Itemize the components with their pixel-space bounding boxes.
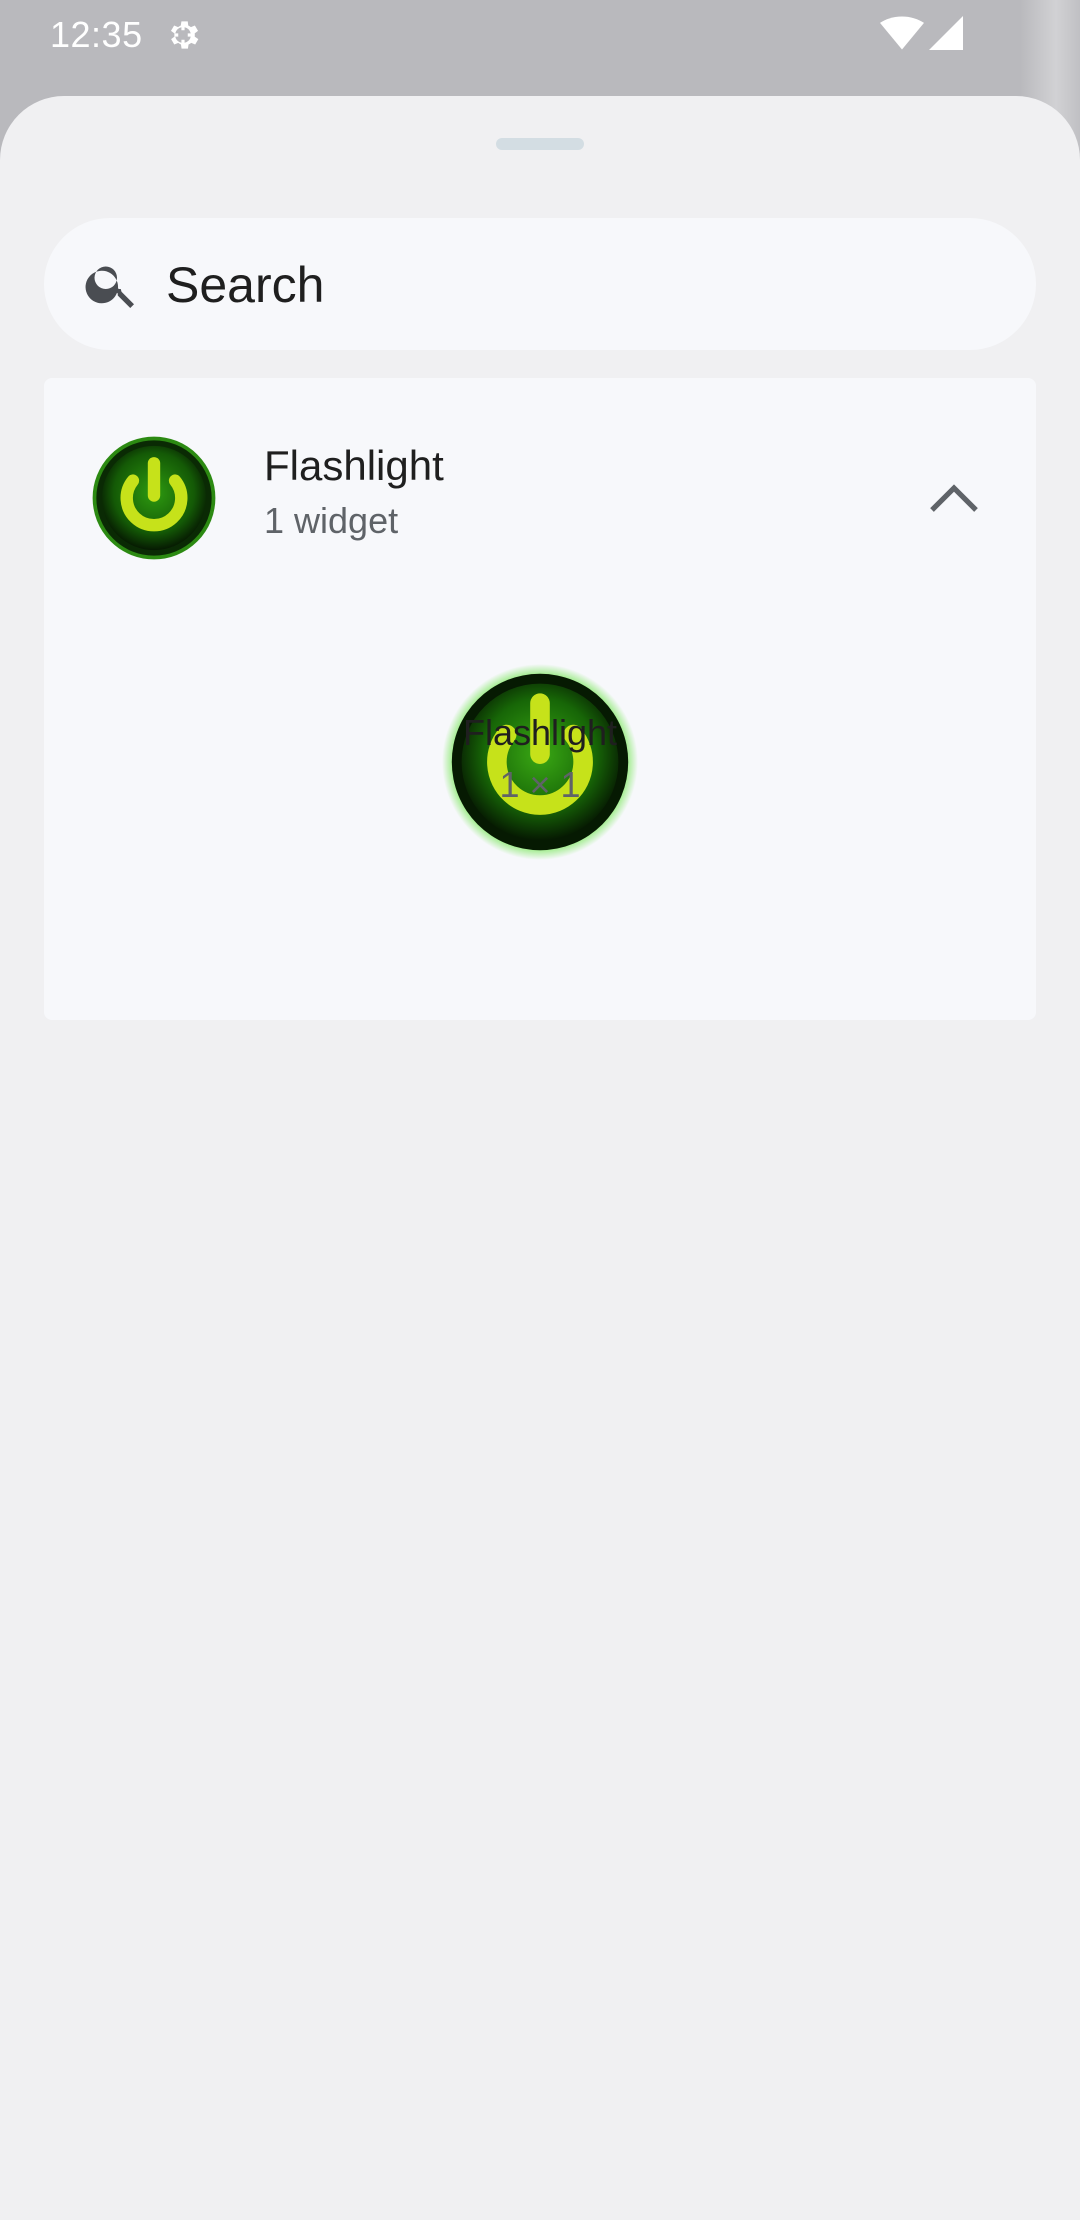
wifi-icon <box>880 16 924 50</box>
search-icon <box>85 266 134 308</box>
app-widget-count: 1 widget <box>264 500 399 541</box>
app-title: Flashlight <box>264 442 444 489</box>
widget-picker-sheet: Search Flashlight 1 widget Flashlight 1 … <box>0 96 1080 2220</box>
widget-preview[interactable] <box>442 664 638 860</box>
widget-name: Flashlight <box>462 712 618 753</box>
search-input[interactable]: Search <box>166 256 324 314</box>
chevron-up-icon[interactable] <box>928 476 980 516</box>
power-icon <box>92 436 216 560</box>
signal-icon <box>929 16 963 50</box>
app-widget-group: Flashlight 1 widget Flashlight 1 × 1 <box>44 378 1036 1020</box>
widget-size: 1 × 1 <box>499 764 581 805</box>
status-time: 12:35 <box>50 14 143 55</box>
drag-handle[interactable] <box>496 138 584 150</box>
status-bar: 12:35 <box>0 0 1080 66</box>
gear-icon <box>170 21 199 49</box>
search-bar[interactable]: Search <box>44 218 1036 350</box>
